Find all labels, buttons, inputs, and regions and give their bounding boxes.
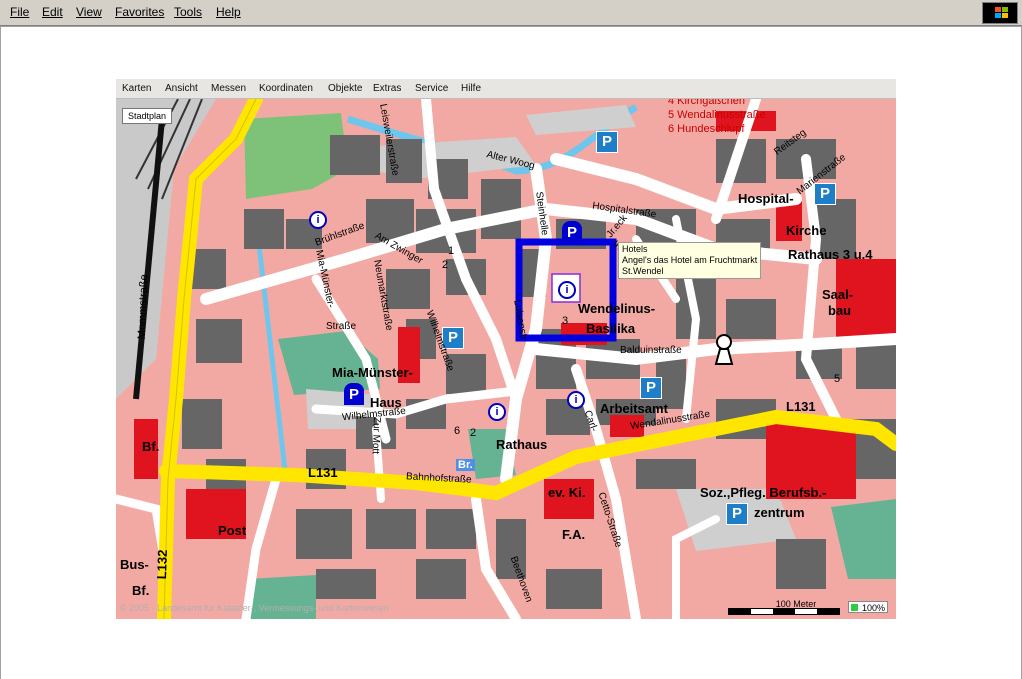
scale-graphic xyxy=(728,608,840,615)
label-soz-pfleg: Soz.,Pfleg. Berufsb.- xyxy=(700,485,827,500)
scale-bar: 100 Meter 100% xyxy=(728,599,896,615)
label-saal: Saal- xyxy=(822,287,854,302)
label-rathaus: Rathaus xyxy=(496,437,548,452)
label-number-5: 5 xyxy=(834,373,841,385)
street-mommstrasse: Mommstraße xyxy=(136,274,151,340)
map-menu-extras[interactable]: Extras xyxy=(373,83,401,94)
label-number-6: 6 xyxy=(454,425,461,437)
menu-help[interactable]: Help xyxy=(216,5,241,19)
menu-favorites[interactable]: Favorites xyxy=(115,5,164,19)
label-bf: Bf. xyxy=(142,439,160,454)
label-gassen-2: 5 Wendalinusstraße xyxy=(668,109,766,121)
tooltip-hotel-name: Angel's das Hotel am Fruchtmarkt xyxy=(622,255,758,265)
label-kirche: Kirche xyxy=(786,223,827,238)
parking-icon-5[interactable]: P xyxy=(726,503,748,525)
menu-edit[interactable]: Edit xyxy=(42,5,63,19)
street-strasse: Straße xyxy=(326,321,357,332)
street-zur-mott: Zur Mott xyxy=(369,416,382,455)
label-hospital: Hospital- xyxy=(738,191,794,206)
menu-view[interactable]: View xyxy=(76,5,102,19)
zoom-indicator-icon xyxy=(851,604,858,611)
label-post: Post xyxy=(218,523,247,538)
label-zentrum: zentrum xyxy=(754,505,805,520)
zoom-value: 100% xyxy=(861,603,885,613)
label-fa: F.A. xyxy=(562,527,586,542)
zoom-level[interactable]: 100% xyxy=(848,601,888,613)
map-canvas[interactable] xyxy=(116,99,896,619)
label-mia-munster-haus-2: Haus xyxy=(370,395,402,410)
stadtplan-button[interactable]: Stadtplan xyxy=(122,108,173,124)
label-number-3: 3 xyxy=(562,315,569,327)
label-arbeitsamt: Arbeitsamt xyxy=(600,401,668,416)
label-wendelinus: Wendelinus- xyxy=(578,301,656,316)
hotel-tooltip: Hotels Angel's das Hotel am Fruchtmarkt … xyxy=(618,242,762,279)
parking-icon-2[interactable]: P xyxy=(814,183,836,205)
map-menu-karten[interactable]: Karten xyxy=(122,83,151,94)
label-bus: Bus- xyxy=(120,557,149,572)
label-mia-munster-haus-1: Mia-Münster- xyxy=(332,365,413,380)
street-l132: L132 xyxy=(154,549,171,580)
map-menu-hilfe[interactable]: Hilfe xyxy=(461,83,481,94)
street-l131-left: L131 xyxy=(308,465,338,480)
menu-tools[interactable]: Tools xyxy=(174,5,202,19)
copyright-notice: © 2005 - Landesamt für Kataster-, Vermes… xyxy=(120,603,389,613)
parking-icon-1[interactable]: P xyxy=(596,131,618,153)
tooltip-category: Hotels xyxy=(622,244,648,254)
tooltip-town: St.Wendel xyxy=(622,266,664,276)
menu-file[interactable]: File xyxy=(10,5,29,19)
label-number-2: 2 xyxy=(442,259,449,271)
frame-border-left xyxy=(0,27,1,679)
label-rathaus-3-4: Rathaus 3 u.4 xyxy=(788,247,873,262)
street-balduinstrasse: Balduinstraße xyxy=(620,345,682,356)
bridge-icon[interactable]: Br. xyxy=(456,459,475,471)
label-basilika: Basilika xyxy=(586,321,636,336)
street-l131-right: L131 xyxy=(786,399,816,414)
parking-house-icon-1[interactable]: P xyxy=(562,221,582,243)
map-menu-service[interactable]: Service xyxy=(415,83,448,94)
map-menu-koordinaten[interactable]: Koordinaten xyxy=(259,83,313,94)
info-icon-4[interactable]: i xyxy=(567,391,585,409)
label-bau: bau xyxy=(828,303,852,318)
map-application: Karten Ansicht Messen Koordinaten Objekt… xyxy=(116,79,896,619)
frame-border xyxy=(0,26,1022,27)
map-menu-objekte[interactable]: Objekte xyxy=(328,83,362,94)
info-icon-1[interactable]: i xyxy=(309,211,327,229)
map-menubar: Karten Ansicht Messen Koordinaten Objekt… xyxy=(116,79,896,99)
label-gassen-3: 6 Hundeschlupf xyxy=(668,123,745,135)
map-menu-ansicht[interactable]: Ansicht xyxy=(165,83,198,94)
city-map[interactable]: P P P P P P P i i i i Br. Mommstraße L13… xyxy=(116,95,896,619)
windows-logo-icon xyxy=(982,2,1018,24)
label-number-2b: 2 xyxy=(470,427,477,439)
info-icon-2[interactable]: i xyxy=(558,281,576,299)
parking-icon-4[interactable]: P xyxy=(640,377,662,399)
label-number-1: 1 xyxy=(448,245,455,257)
label-bus-bf: Bf. xyxy=(132,583,150,598)
browser-menubar: File Edit View Favorites Tools Help xyxy=(0,0,1022,26)
label-ev-ki: ev. Ki. xyxy=(548,485,586,500)
info-icon-3[interactable]: i xyxy=(488,403,506,421)
parking-house-icon-2[interactable]: P xyxy=(344,383,364,405)
map-menu-messen[interactable]: Messen xyxy=(211,83,246,94)
